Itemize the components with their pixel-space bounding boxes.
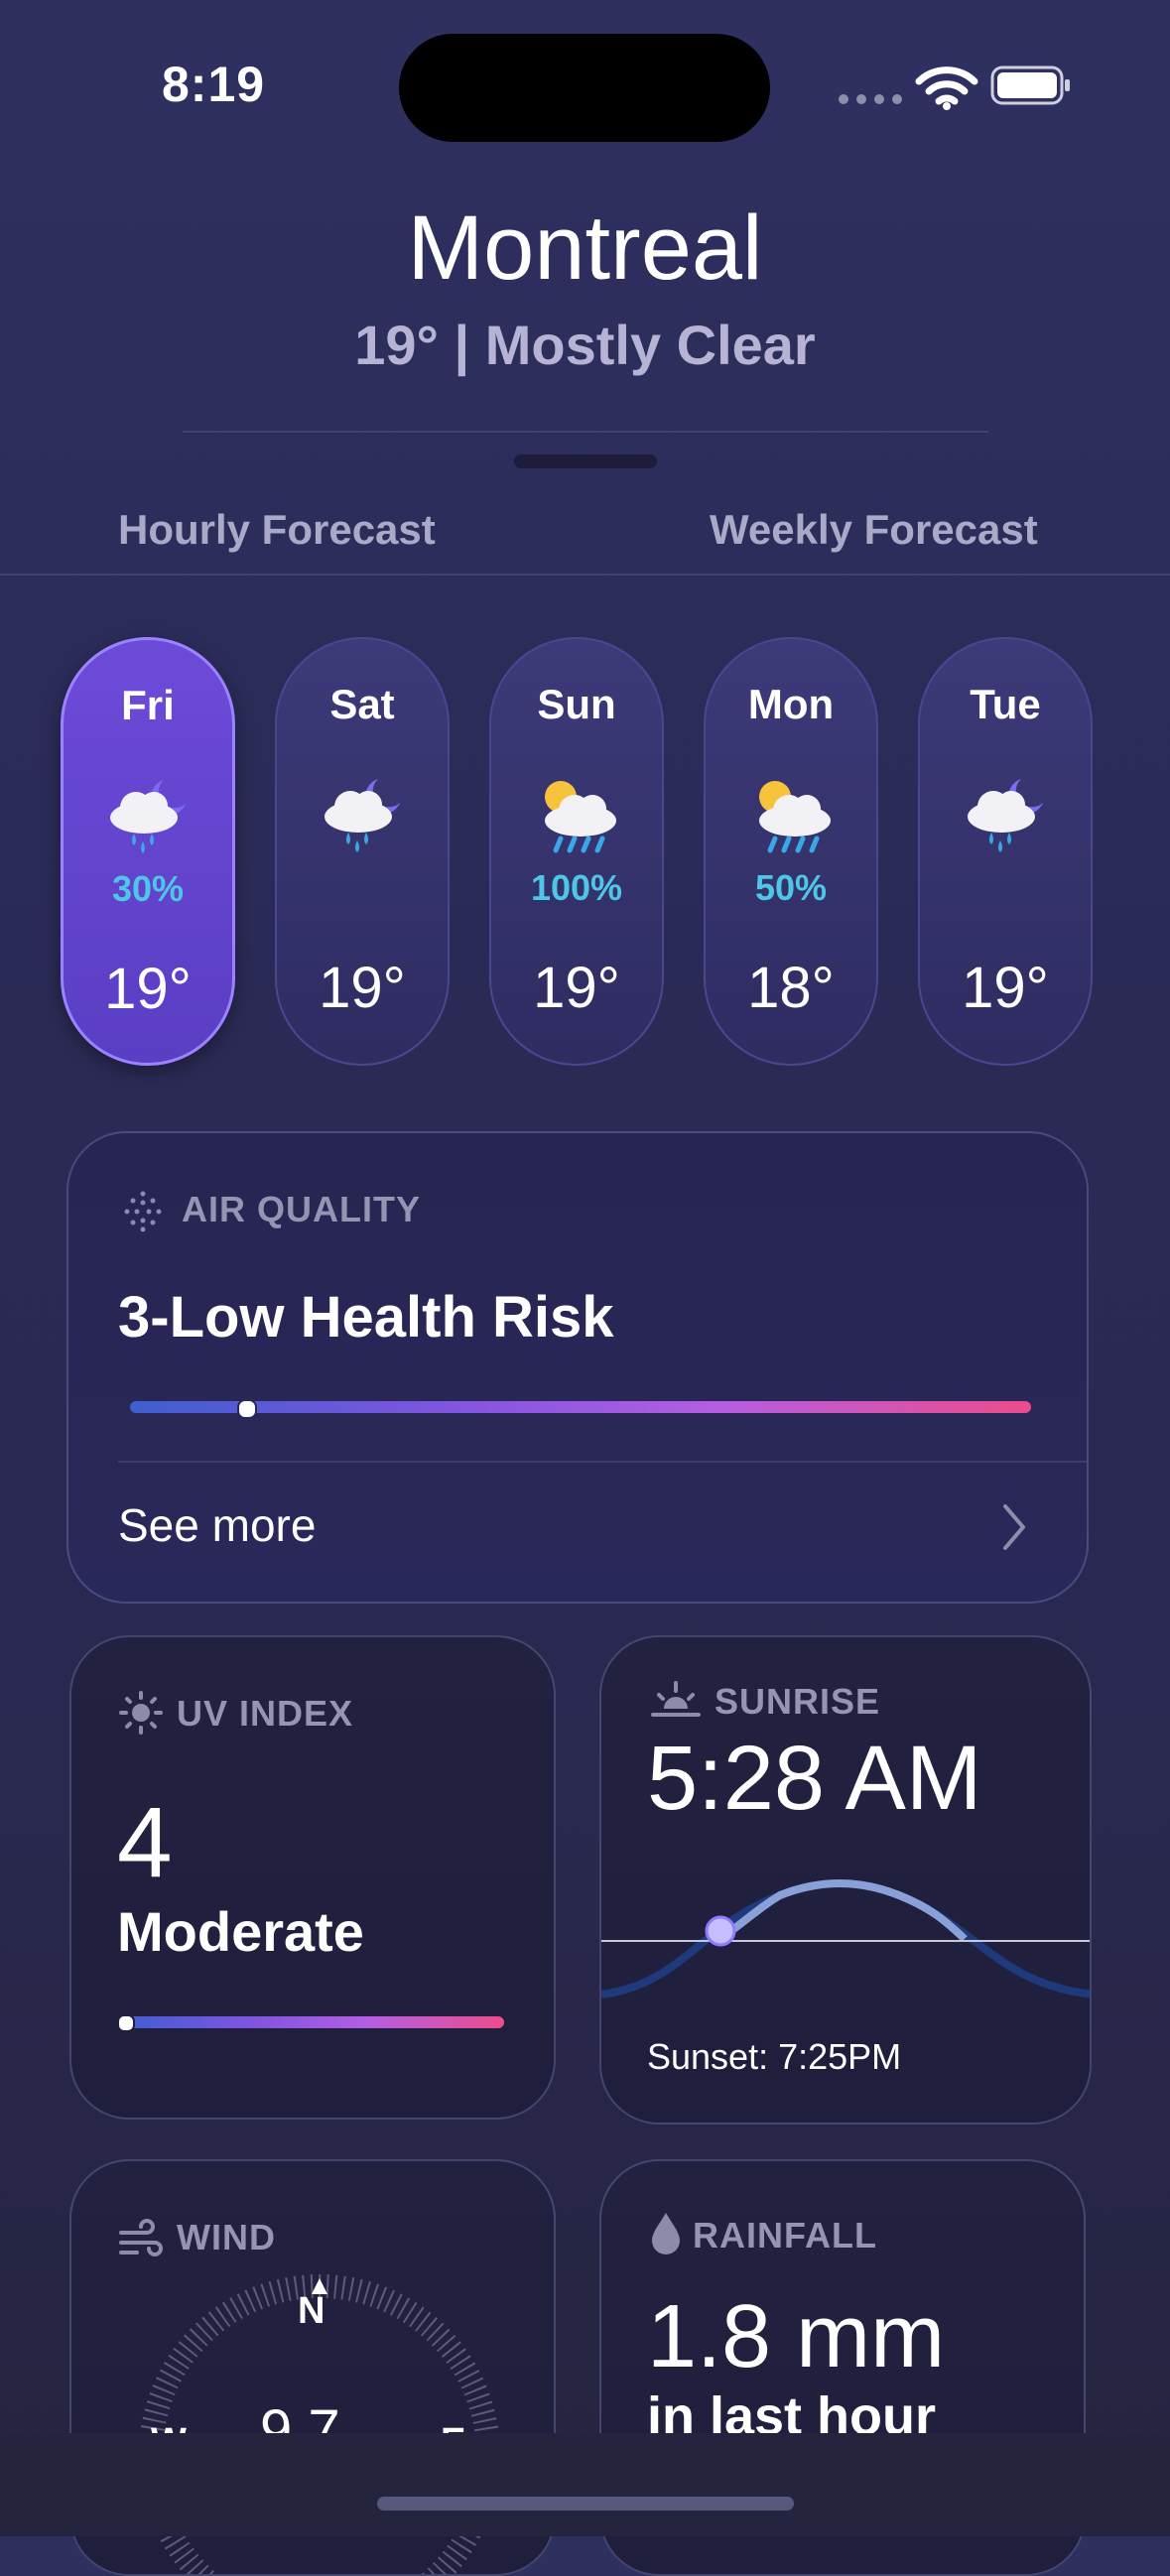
sun-path-graph bbox=[601, 1879, 1090, 1998]
home-indicator[interactable] bbox=[377, 2497, 794, 2511]
sun-cloud-heavy-rain-icon bbox=[545, 781, 616, 853]
divider bbox=[0, 574, 1170, 576]
tab-weekly-forecast[interactable]: Weekly Forecast bbox=[710, 506, 1038, 554]
battery-icon bbox=[990, 65, 1070, 105]
uv-index-value: 4 bbox=[117, 1787, 173, 1898]
sunrise-card[interactable]: SUNRISE 5:28 AM Sunset: 7:25PM bbox=[599, 1635, 1092, 2125]
card-label: AIR QUALITY bbox=[182, 1189, 421, 1229]
forecast-day: Sat bbox=[329, 681, 395, 727]
dynamic-island bbox=[399, 34, 770, 142]
chevron-right-icon[interactable] bbox=[999, 1502, 1029, 1552]
sunrise-time: 5:28 AM bbox=[647, 1728, 982, 1829]
forecast-temp: 19° bbox=[533, 956, 620, 1020]
forecast-temp: 19° bbox=[319, 956, 406, 1020]
forecast-temp: 18° bbox=[747, 956, 835, 1020]
forecast-temp: 19° bbox=[104, 957, 192, 1021]
moon-cloud-rain-icon bbox=[110, 780, 186, 853]
wifi-icon bbox=[915, 66, 978, 110]
forecast-day-card[interactable]: Tue 19° bbox=[918, 637, 1093, 1066]
forecast-day: Sun bbox=[537, 681, 616, 727]
moon-cloud-rain-icon bbox=[325, 779, 400, 852]
card-label: UV INDEX bbox=[177, 1693, 354, 1734]
sun-position-marker bbox=[705, 1915, 736, 1947]
moon-cloud-rain-icon bbox=[968, 779, 1043, 852]
see-more-link[interactable]: See more bbox=[118, 1498, 316, 1552]
forecast-day: Tue bbox=[970, 681, 1041, 727]
uv-level-marker bbox=[117, 2014, 135, 2032]
wind-icon bbox=[119, 2219, 163, 2256]
sunrise-icon bbox=[651, 1681, 701, 1717]
precip-chance: 50% bbox=[754, 867, 828, 908]
card-label: SUNRISE bbox=[715, 1681, 881, 1722]
sun-icon bbox=[119, 1691, 163, 1735]
raindrop-icon bbox=[652, 2213, 680, 2254]
uv-index-description: Moderate bbox=[117, 1900, 364, 1963]
bottom-bar bbox=[0, 2433, 1170, 2536]
air-quality-card[interactable]: AIR QUALITY 3-Low Health Risk See more bbox=[66, 1131, 1089, 1604]
tab-hourly-forecast[interactable]: Hourly Forecast bbox=[118, 506, 436, 554]
precip-chance: 30% bbox=[111, 868, 185, 909]
cellular-signal-icon bbox=[839, 94, 902, 104]
forecast-day-card[interactable]: Fri 30% 19° bbox=[61, 637, 235, 1066]
card-label: RAINFALL bbox=[693, 2215, 877, 2255]
precip-chance: 100% bbox=[530, 867, 623, 908]
air-quality-value: 3-Low Health Risk bbox=[118, 1285, 614, 1350]
air-quality-icon bbox=[124, 1191, 162, 1232]
forecast-day: Mon bbox=[747, 681, 835, 727]
air-quality-scale-bar bbox=[130, 1399, 1031, 1419]
current-condition: 19° | Mostly Clear bbox=[354, 314, 816, 376]
uv-index-card[interactable]: UV INDEX 4 Moderate bbox=[69, 1635, 556, 2120]
card-label: WIND bbox=[177, 2217, 276, 2257]
uv-index-scale-bar bbox=[117, 2014, 504, 2032]
forecast-day-card[interactable]: Sat 19° bbox=[275, 637, 450, 1066]
sunset-time: Sunset: 7:25PM bbox=[647, 2036, 902, 2077]
forecast-day-card[interactable]: Sun 100% 19° bbox=[489, 637, 664, 1066]
compass-north-label: N bbox=[298, 2290, 325, 2332]
forecast-temp: 19° bbox=[962, 956, 1049, 1020]
sun-cloud-heavy-rain-icon bbox=[759, 781, 831, 853]
divider bbox=[183, 431, 988, 433]
air-quality-level-marker bbox=[237, 1399, 258, 1419]
divider bbox=[118, 1461, 1087, 1463]
forecast-day-card[interactable]: Mon 50% 18° bbox=[704, 637, 878, 1066]
sheet-drag-handle[interactable] bbox=[514, 454, 657, 468]
city-name: Montreal bbox=[407, 197, 763, 299]
status-time: 8:19 bbox=[162, 57, 266, 112]
rainfall-amount: 1.8 mm bbox=[647, 2287, 946, 2386]
forecast-day: Fri bbox=[121, 682, 175, 728]
